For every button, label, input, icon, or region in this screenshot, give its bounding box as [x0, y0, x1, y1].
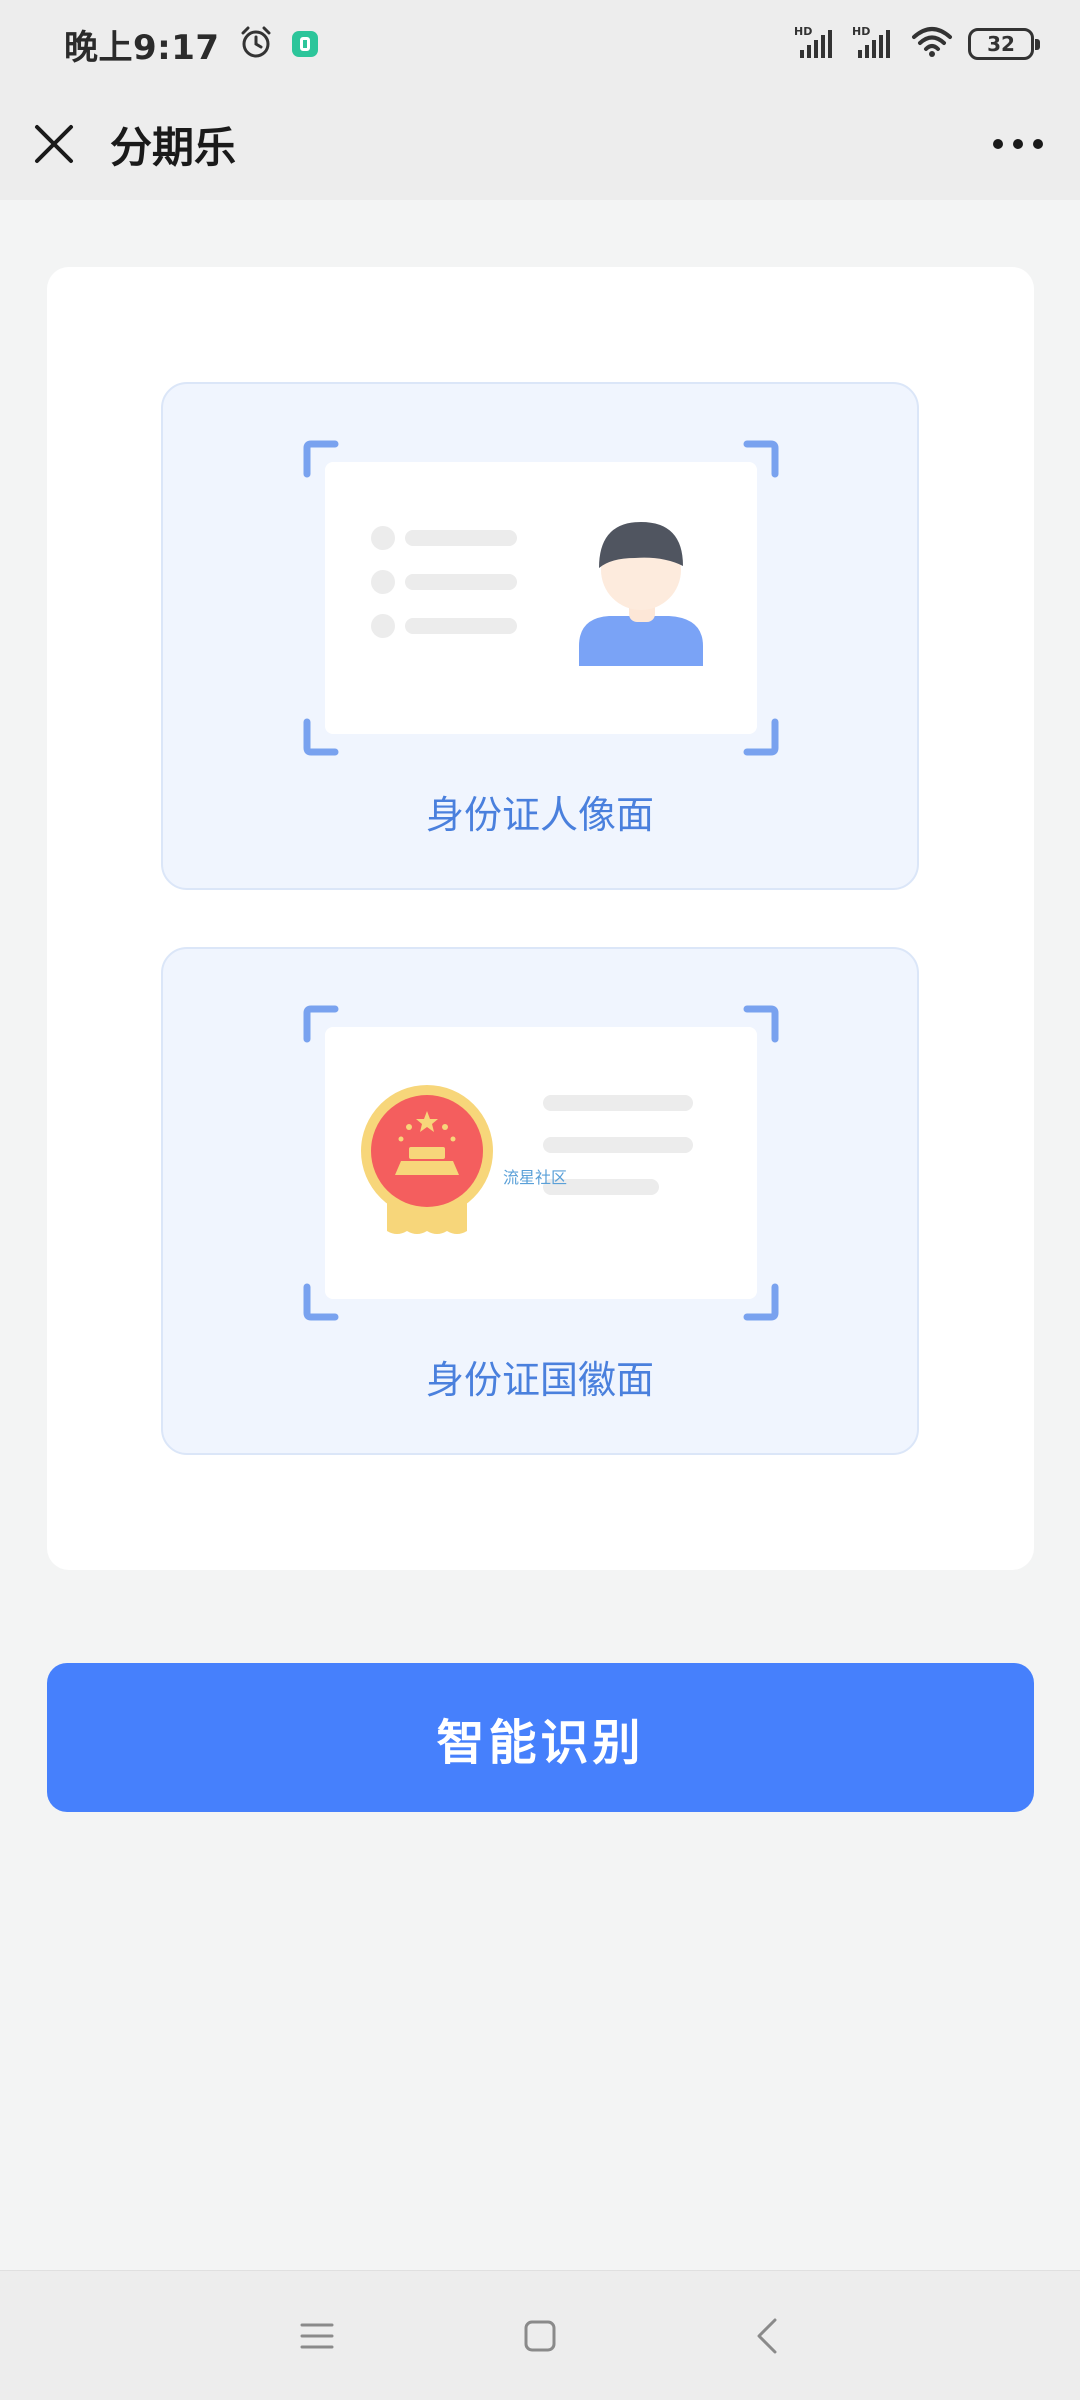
- system-nav-bar: [0, 2270, 1080, 2400]
- status-left: 晚上9:17: [64, 20, 318, 69]
- status-right: HD HD 32: [794, 24, 1040, 64]
- menu-icon[interactable]: [292, 2311, 342, 2361]
- wifi-icon: [910, 24, 954, 64]
- id-front-upload[interactable]: 身份证人像面: [161, 382, 919, 890]
- id-upload-card: 身份证人像面 流星社区 身份证国徽面: [47, 267, 1034, 1570]
- id-back-illustration: 流星社区: [303, 1005, 779, 1321]
- id-back-upload[interactable]: 流星社区 身份证国徽面: [161, 947, 919, 1455]
- status-time: 晚上9:17: [64, 27, 220, 68]
- battery-icon: 32: [968, 28, 1040, 60]
- signal-label: HD: [852, 25, 870, 38]
- id-front-illustration: [303, 440, 779, 756]
- status-bar: 晚上9:17 HD HD 32: [0, 0, 1080, 88]
- back-icon[interactable]: [742, 2311, 792, 2361]
- nav-bar: 分期乐: [0, 88, 1080, 200]
- more-dots-icon[interactable]: [990, 124, 1046, 164]
- smart-recognize-button[interactable]: 智能识别: [47, 1663, 1034, 1812]
- signal-icon: HD: [852, 24, 896, 64]
- id-back-label: 身份证国徽面: [425, 1358, 654, 1402]
- alarm-clock-icon: [238, 24, 274, 64]
- close-icon[interactable]: [34, 124, 74, 164]
- signal-label: HD: [794, 25, 812, 38]
- app-notification-icon: [291, 31, 318, 57]
- watermark-text: 流星社区: [503, 1168, 567, 1187]
- signal-icon: HD: [794, 24, 838, 64]
- page-title: 分期乐: [110, 122, 237, 172]
- id-front-label: 身份证人像面: [425, 793, 654, 837]
- home-icon[interactable]: [515, 2311, 565, 2361]
